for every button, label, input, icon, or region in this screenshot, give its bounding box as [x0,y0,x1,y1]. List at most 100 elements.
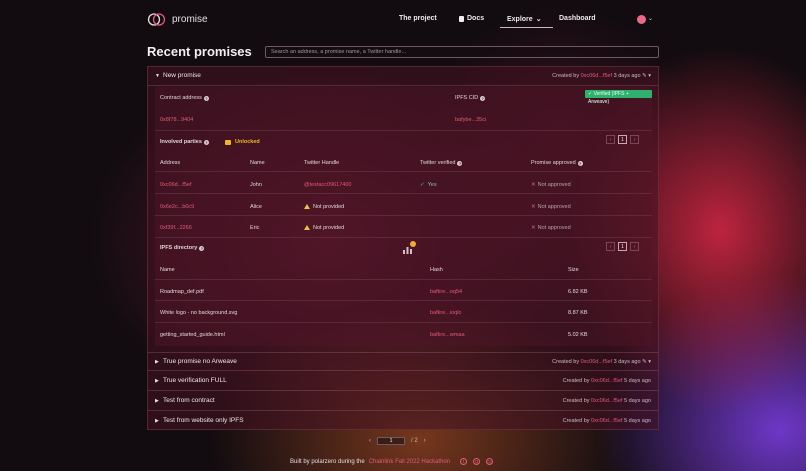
prev-page-button[interactable]: ‹ [606,242,615,251]
party-address-link[interactable]: 0x6e2c...b0c9 [160,204,194,210]
creator-address-link[interactable]: 0xc06d...f5ef [581,359,613,365]
twitter-icon[interactable]: t [460,458,468,465]
unlock-icon [225,139,231,145]
caret-right-icon[interactable]: ▶ [155,359,159,365]
promise-row[interactable]: ▶ True promise no Arweave Created by 0xc… [148,352,658,371]
created-ago: 5 days ago [624,418,651,424]
page-number[interactable]: 1 [618,135,627,144]
divider [155,237,652,238]
creator-address-link[interactable]: 0xc06d...f5ef [581,73,613,79]
approval-status: ✕ Not approved [531,225,571,231]
verified-text: Yes [427,182,437,188]
col-promise-approved: Promise approved ? [531,160,583,166]
created-prefix: Created by [562,378,590,384]
next-page-button[interactable]: › [630,242,639,251]
page-total: / 2 [411,438,418,444]
promise-name: True verification FULL [163,377,227,384]
caret-right-icon[interactable]: ▶ [155,418,159,424]
caret-down-icon[interactable]: ▼ [155,73,160,79]
promise-row-open[interactable]: ▼ New promise Created by 0xc06d...f5ef 3… [148,67,658,86]
nav-dashboard[interactable]: Dashboard [559,15,596,22]
book-icon [459,15,464,22]
handle-text: Not provided [313,225,345,231]
page-input[interactable] [377,437,405,445]
promise-name: Test from website only IPFS [163,417,244,424]
nav-explore[interactable]: Explore ⌄ [507,15,542,24]
page-number[interactable]: 1 [618,242,627,251]
twitter-handle-status: Not provided [304,204,344,210]
edit-icon[interactable]: ✎ ▾ [642,359,651,365]
promise-row[interactable]: ▶ Test from website only IPFS Created by… [148,412,658,431]
help-icon[interactable]: ? [203,95,209,101]
promise-row[interactable]: ▶ True verification FULL Created by 0xc0… [148,372,658,391]
col-twitter-handle: Twitter Handle [304,160,340,166]
prev-page-button[interactable]: ‹ [606,135,615,144]
divider [155,171,652,172]
file-size: 8.87 KB [568,310,588,316]
twitter-handle-link[interactable]: @testacc09617400 [304,182,351,188]
chevron-down-icon: ⌄ [535,16,542,23]
next-page-button[interactable]: › [424,438,426,444]
nav-explore-label: Explore [507,15,533,23]
file-name: getting_started_guide.html [160,332,225,338]
promises-list: ▼ New promise Created by 0xc06d...f5ef 3… [147,66,659,430]
page-title: Recent promises [147,44,252,59]
caret-right-icon[interactable]: ▶ [155,398,159,404]
col-hash: Hash [430,267,443,273]
parties-pager: ‹ 1 › [606,135,639,144]
user-avatar[interactable] [637,15,646,24]
footer-text: Built by polarzero during the [290,458,365,465]
help-icon[interactable]: ? [577,160,583,166]
avatar-chevron-icon[interactable]: ⌄ [648,15,653,22]
promise-name: Test from contract [163,397,215,404]
col-address: Address [160,160,181,166]
pagination: ‹ / 2 › [369,437,426,445]
prev-page-button[interactable]: ‹ [369,438,371,444]
twitter-verified-status: ✓ Yes [420,182,437,188]
warning-icon [304,225,310,230]
creator-address-link[interactable]: 0xc06d...f5ef [591,418,623,424]
promise-row[interactable]: ▶ Test from contract Created by 0xc06d..… [148,392,658,411]
involved-parties-label: Involved parties ? [160,139,209,145]
x-icon: ✕ [531,204,536,210]
hackathon-link[interactable]: Chainlink Fall 2022 Hackathon [369,459,450,465]
party-address-link[interactable]: 0xc06d...f5ef [160,182,192,188]
next-page-button[interactable]: › [630,135,639,144]
creator-address-link[interactable]: 0xc06d...f5ef [591,378,623,384]
ipfs-directory-label: IPFS directory ? [160,245,205,251]
nav-docs[interactable]: Docs [459,15,484,22]
globe-icon[interactable]: ◎ [486,458,494,465]
col-twitter-verified-text: Twitter verified [420,160,456,166]
col-twitter-verified: Twitter verified ? [420,160,463,166]
help-icon[interactable]: ? [199,245,205,251]
nav-docs-label: Docs [467,15,485,22]
parties-label-text: Involved parties [160,139,202,145]
file-hash-link[interactable]: bafkre...oq54 [430,289,462,295]
caret-right-icon[interactable]: ▶ [155,378,159,384]
divider [155,300,652,301]
warning-icon [304,204,310,209]
promise-created: Created by 0xc06d...f5ef 5 days ago [563,418,651,424]
ipfs-cid-link[interactable]: bafybe...35ci [455,117,486,123]
logo-icon [147,13,166,26]
help-icon[interactable]: ? [480,95,486,101]
file-hash-link[interactable]: bafkre...ioqlo [430,310,462,316]
file-hash-link[interactable]: bafkre...wmaa [430,332,465,338]
contract-address-link[interactable]: 0x8f78...9404 [160,117,193,123]
promise-created: Created by 0xc06d...f5ef 3 days ago ✎ ▾ [552,359,651,365]
divider [155,215,652,216]
nav-the-project[interactable]: The project [399,15,437,22]
brand-logo[interactable]: promise [147,13,208,26]
github-icon[interactable]: g [473,458,481,465]
help-icon[interactable]: ? [203,139,209,145]
help-icon[interactable]: ? [457,160,463,166]
approval-status: ✕ Not approved [531,182,571,188]
promise-details: Contract address ? IPFS CID ? ✓ Verified… [155,87,652,346]
creator-address-link[interactable]: 0xc06d...f5ef [591,398,623,404]
ipfs-dir-label-text: IPFS directory [160,245,198,251]
party-address-link[interactable]: 0xf39f...2266 [160,225,192,231]
divider [155,279,652,280]
divider [155,130,652,131]
search-input[interactable] [265,46,659,58]
edit-icon[interactable]: ✎ ▾ [642,73,651,79]
